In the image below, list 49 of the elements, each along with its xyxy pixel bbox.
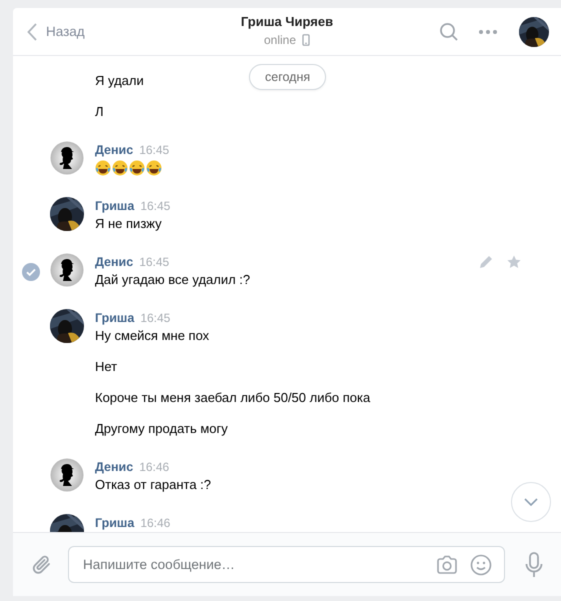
- smile-icon[interactable]: [470, 554, 492, 576]
- laughing-emoji-icon: [95, 160, 111, 176]
- avatar[interactable]: [50, 458, 84, 492]
- back-button[interactable]: Назад: [23, 18, 89, 44]
- author-name[interactable]: Гриша: [95, 514, 134, 532]
- message-text: Отказ от гаранта :?: [95, 476, 212, 494]
- back-chevron-icon: [27, 22, 37, 40]
- message-time: 16:45: [140, 310, 170, 327]
- message-time: 16:46: [139, 459, 170, 476]
- laughing-emoji-icon: [129, 160, 145, 176]
- message-text: Л: [95, 103, 104, 121]
- message-time: 16:45: [140, 198, 170, 215]
- message-field[interactable]: Напишите сообщение…: [68, 546, 505, 583]
- author-name[interactable]: Гриша: [95, 309, 134, 327]
- author-name[interactable]: Гриша: [95, 197, 134, 215]
- chat-title: Гриша Чиряев: [240, 14, 334, 29]
- message-text: Я не пизжу: [95, 215, 163, 233]
- microphone-icon[interactable]: [525, 552, 543, 578]
- author-name[interactable]: Денис: [95, 141, 134, 159]
- message-text: Нет: [95, 358, 118, 376]
- date-label: сегодня: [249, 64, 326, 90]
- phone-icon: [302, 34, 310, 46]
- message-time: 16:45: [139, 254, 170, 271]
- pencil-icon[interactable]: [479, 255, 493, 269]
- camera-icon[interactable]: [436, 554, 458, 574]
- online-status: online: [264, 33, 296, 47]
- avatar[interactable]: [50, 253, 84, 287]
- scroll-down-button[interactable]: [511, 482, 551, 522]
- avatar[interactable]: [50, 309, 84, 343]
- author-name[interactable]: Денис: [95, 458, 134, 476]
- more-icon[interactable]: [479, 30, 497, 34]
- laughing-emoji-icon: [112, 160, 128, 176]
- message-time: 16:45: [139, 142, 170, 159]
- message-input[interactable]: Напишите сообщение…: [83, 557, 436, 572]
- message-text: Ну смейся мне пох: [95, 327, 210, 345]
- star-icon[interactable]: [507, 255, 521, 269]
- avatar[interactable]: [519, 16, 549, 46]
- message-time: 16:46: [140, 515, 170, 532]
- message-text: Другому продать могу: [95, 420, 229, 438]
- avatar[interactable]: [50, 197, 84, 231]
- author-name[interactable]: Денис: [95, 253, 134, 271]
- message-text: Короче ты меня заебал либо 50/50 либо пока: [95, 389, 370, 407]
- chevron-down-icon: [524, 498, 538, 506]
- search-icon[interactable]: [439, 22, 459, 42]
- avatar[interactable]: [50, 141, 84, 175]
- laughing-emoji-icon: [146, 160, 162, 176]
- message-text: Я удали: [95, 72, 144, 90]
- selected-check-icon[interactable]: [22, 263, 40, 281]
- message-text: Дай угадаю все удалил :?: [95, 271, 250, 289]
